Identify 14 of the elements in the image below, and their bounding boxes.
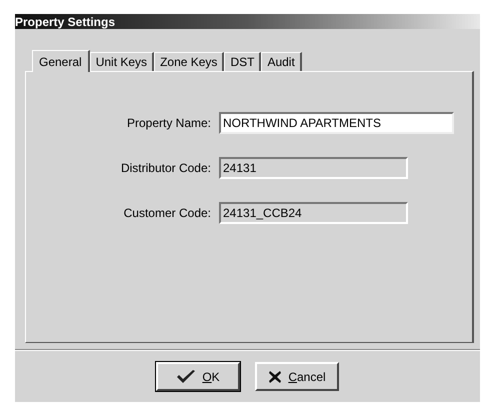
tab[interactable]: Zone Keys	[154, 52, 224, 71]
tab[interactable]: Audit	[261, 52, 302, 71]
ok-button[interactable]: OK	[156, 362, 240, 391]
field-label: Customer Code:	[122, 205, 212, 222]
field-label: Property Name:	[126, 115, 212, 132]
tab[interactable]: DST	[224, 52, 262, 71]
tab[interactable]: Unit Keys	[90, 52, 154, 71]
tab[interactable]: General	[32, 50, 90, 72]
cancel-button[interactable]: Cancel	[255, 362, 339, 391]
window-title: Property Settings	[15, 16, 116, 28]
x-icon	[268, 370, 282, 384]
text-field[interactable]: NORTHWIND APARTMENTS	[219, 112, 454, 134]
check-icon	[176, 368, 196, 384]
field-label: Distributor Code:	[120, 160, 212, 177]
